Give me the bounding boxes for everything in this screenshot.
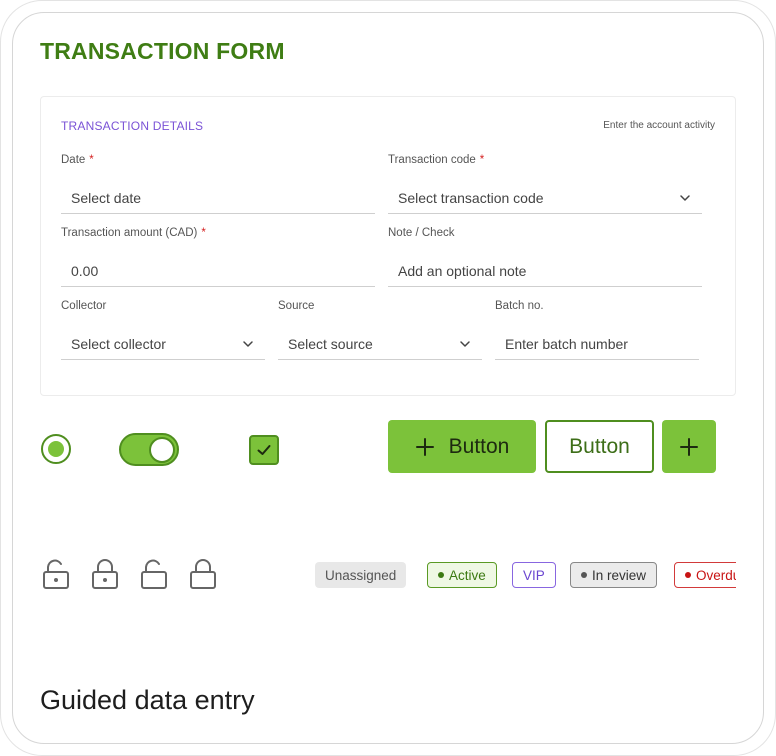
dot-icon <box>685 572 691 578</box>
note-input[interactable]: Add an optional note <box>388 255 702 287</box>
tag-label: Unassigned <box>325 567 397 583</box>
status-badge-active: Active <box>427 562 497 588</box>
status-badge-vip: VIP <box>512 562 556 588</box>
source-placeholder: Select source <box>288 335 373 352</box>
checkbox[interactable] <box>249 435 279 465</box>
amount-field: Transaction amount (CAD) * 0.00 <box>61 225 375 287</box>
chevron-down-icon <box>680 194 690 201</box>
lock-open-icon[interactable] <box>42 558 70 590</box>
page-title: TRANSACTION FORM <box>40 38 285 64</box>
tag-label: VIP <box>523 567 545 583</box>
transaction-details-card: TRANSACTION DETAILS Enter the account ac… <box>40 96 736 396</box>
collector-field: Collector Select collector <box>61 298 265 360</box>
note-label: Note / Check <box>388 227 455 239</box>
plus-icon <box>680 437 698 456</box>
lock-closed-icon[interactable] <box>91 558 119 590</box>
date-input[interactable]: Select date <box>61 182 375 214</box>
lock-open-icon[interactable] <box>140 558 168 590</box>
source-label: Source <box>278 300 315 312</box>
tag-label: In review <box>592 567 647 583</box>
tag-label: Active <box>449 567 486 583</box>
dot-icon <box>581 572 587 578</box>
primary-button-label: Button <box>448 434 510 458</box>
transaction-code-placeholder: Select transaction code <box>398 189 544 206</box>
toggle-knob <box>149 436 175 463</box>
status-badge-unassigned: Unassigned <box>315 562 407 588</box>
transaction-code-field: Transaction code * Select transaction cod… <box>388 152 702 214</box>
radio-dot <box>48 441 64 457</box>
batch-field: Batch no. Enter batch number <box>495 298 699 360</box>
dot-icon <box>438 572 444 578</box>
card-title: TRANSACTION DETAILS <box>61 119 204 133</box>
date-field: Date * Select date <box>61 152 375 214</box>
status-tags-row: Unassigned Active VIP In review Overdue <box>315 562 736 588</box>
date-placeholder: Select date <box>71 189 142 206</box>
note-field: Note / Check Add an optional note <box>388 225 702 287</box>
source-field: Source Select source <box>278 298 482 360</box>
batch-input[interactable]: Enter batch number <box>495 328 699 360</box>
collector-select[interactable]: Select collector <box>61 328 265 360</box>
required-mark: * <box>201 227 206 239</box>
lock-icons-row <box>42 558 242 592</box>
plus-icon <box>415 437 434 456</box>
primary-button[interactable]: Button <box>388 420 536 473</box>
batch-placeholder: Enter batch number <box>505 335 628 352</box>
transaction-code-label: Transaction code <box>388 154 476 166</box>
note-placeholder: Add an optional note <box>398 262 527 279</box>
required-mark: * <box>479 154 485 166</box>
check-icon <box>257 445 271 455</box>
status-badge-overdue: Overdue <box>674 562 736 588</box>
collector-placeholder: Select collector <box>71 335 166 352</box>
batch-label: Batch no. <box>495 300 544 312</box>
date-label: Date <box>61 154 86 166</box>
source-select[interactable]: Select source <box>278 328 482 360</box>
card-hint: Enter the account activity <box>603 120 715 131</box>
radio-button[interactable] <box>41 434 71 464</box>
controls-row: Button Button <box>40 420 740 480</box>
collector-label: Collector <box>61 300 107 312</box>
footer-title: Guided data entry <box>40 685 255 715</box>
required-mark: * <box>89 154 94 166</box>
amount-input[interactable]: 0.00 <box>61 255 375 287</box>
chevron-down-icon <box>243 340 253 347</box>
lock-closed-icon[interactable] <box>189 558 217 590</box>
outline-button[interactable]: Button <box>545 420 654 473</box>
amount-value: 0.00 <box>71 262 99 279</box>
transaction-code-select[interactable]: Select transaction code <box>388 182 702 214</box>
amount-label: Transaction amount (CAD) <box>61 227 198 239</box>
status-badge-in-review: In review <box>570 562 658 588</box>
outline-button-label: Button <box>569 434 630 458</box>
toggle-switch[interactable] <box>119 433 179 466</box>
add-icon-button[interactable] <box>662 420 716 473</box>
tag-label: Overdue <box>696 567 736 583</box>
chevron-down-icon <box>460 340 470 347</box>
